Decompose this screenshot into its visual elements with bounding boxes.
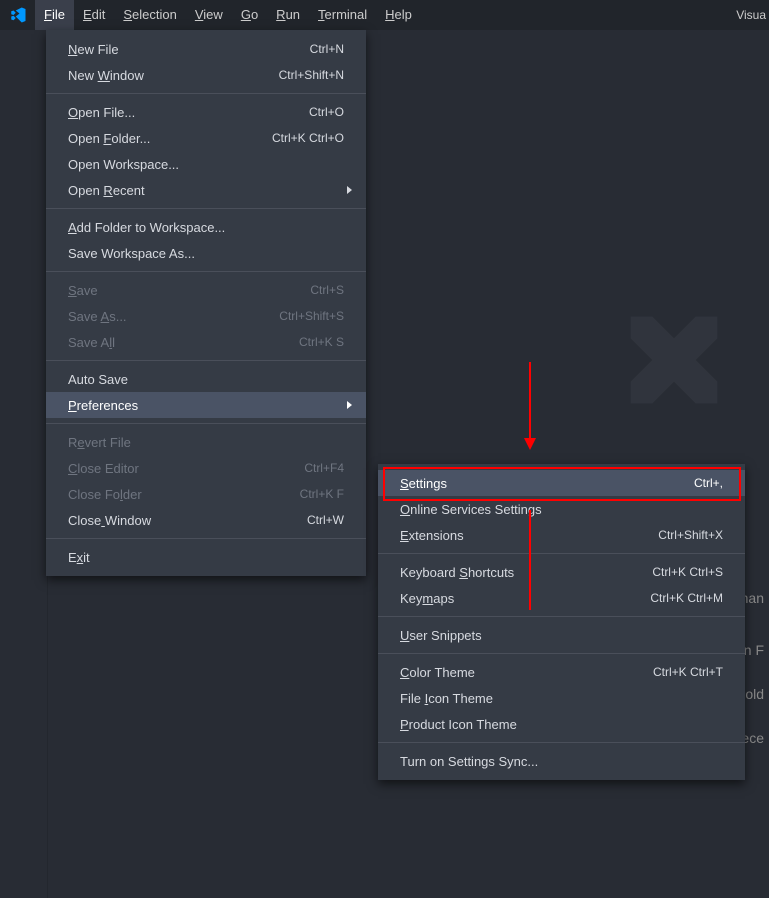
menu-item-label: Color Theme bbox=[400, 665, 475, 680]
menubar-item-terminal[interactable]: Terminal bbox=[309, 0, 376, 30]
menu-item-label: Open Recent bbox=[68, 183, 145, 198]
file-menu-item-open-folder[interactable]: Open Folder... Ctrl+K Ctrl+O bbox=[46, 125, 366, 151]
menu-item-label: User Snippets bbox=[400, 628, 482, 643]
pref-menu-item-color-theme[interactable]: Color Theme Ctrl+K Ctrl+T bbox=[378, 659, 745, 685]
titlebar: FileEditSelectionViewGoRunTerminalHelp V… bbox=[0, 0, 769, 30]
pref-menu-item-keyboard-shortcuts[interactable]: Keyboard Shortcuts Ctrl+K Ctrl+S bbox=[378, 559, 745, 585]
menu-item-label: Close Folder bbox=[68, 487, 142, 502]
menu-item-label: Auto Save bbox=[68, 372, 128, 387]
app-logo bbox=[0, 0, 35, 30]
menu-item-label: Open Workspace... bbox=[68, 157, 179, 172]
file-menu-item-save-workspace-as[interactable]: Save Workspace As... bbox=[46, 240, 366, 266]
activitybar bbox=[0, 30, 48, 898]
menubar-item-edit[interactable]: Edit bbox=[74, 0, 114, 30]
close-icon bbox=[609, 295, 739, 428]
file-menu-item-add-folder-to-workspace[interactable]: Add Folder to Workspace... bbox=[46, 214, 366, 240]
title-right-text: Visua bbox=[736, 0, 766, 30]
pref-menu-item-settings[interactable]: Settings Ctrl+, bbox=[378, 470, 745, 496]
menu-item-label: Save As... bbox=[68, 309, 127, 324]
menubar-item-help[interactable]: Help bbox=[376, 0, 421, 30]
menu-item-label: Close Editor bbox=[68, 461, 139, 476]
menu-item-label: Keyboard Shortcuts bbox=[400, 565, 514, 580]
file-menu-item-close-editor: Close Editor Ctrl+F4 bbox=[46, 455, 366, 481]
file-menu-item-separator bbox=[46, 360, 366, 361]
file-menu-item-open-recent[interactable]: Open Recent bbox=[46, 177, 366, 203]
menu-item-label: Save bbox=[68, 283, 98, 298]
pref-menu-item-separator bbox=[378, 616, 745, 617]
pref-menu-item-separator bbox=[378, 742, 745, 743]
menu-item-shortcut: Ctrl+K S bbox=[299, 335, 344, 349]
menu-item-label: New Window bbox=[68, 68, 144, 83]
menu-item-label: Product Icon Theme bbox=[400, 717, 517, 732]
file-menu-item-close-window[interactable]: Close Window Ctrl+W bbox=[46, 507, 366, 533]
menu-item-label: Preferences bbox=[68, 398, 138, 413]
file-menu-item-exit[interactable]: Exit bbox=[46, 544, 366, 570]
file-menu-item-save: Save Ctrl+S bbox=[46, 277, 366, 303]
file-menu-item-open-file[interactable]: Open File... Ctrl+O bbox=[46, 99, 366, 125]
file-menu-item-separator bbox=[46, 538, 366, 539]
menu-item-shortcut: Ctrl+Shift+S bbox=[279, 309, 344, 323]
file-menu-item-auto-save[interactable]: Auto Save bbox=[46, 366, 366, 392]
menu-item-shortcut: Ctrl+Shift+X bbox=[658, 528, 723, 542]
menu-item-shortcut: Ctrl+S bbox=[310, 283, 344, 297]
pref-menu-item-extensions[interactable]: Extensions Ctrl+Shift+X bbox=[378, 522, 745, 548]
file-menu-item-new-window[interactable]: New Window Ctrl+Shift+N bbox=[46, 62, 366, 88]
file-menu: New File Ctrl+N New Window Ctrl+Shift+N Open… bbox=[46, 30, 366, 576]
menubar-item-go[interactable]: Go bbox=[232, 0, 267, 30]
menu-item-label: Close Window bbox=[68, 513, 151, 528]
menu-item-label: Add Folder to Workspace... bbox=[68, 220, 225, 235]
file-menu-item-revert-file: Revert File bbox=[46, 429, 366, 455]
menu-item-shortcut: Ctrl+O bbox=[309, 105, 344, 119]
menu-item-label: Turn on Settings Sync... bbox=[400, 754, 538, 769]
file-menu-item-preferences[interactable]: Preferences bbox=[46, 392, 366, 418]
menubar-item-file[interactable]: File bbox=[35, 0, 74, 30]
pref-menu-item-product-icon-theme[interactable]: Product Icon Theme bbox=[378, 711, 745, 737]
preferences-submenu: Settings Ctrl+, Online Services Settings Ex… bbox=[378, 464, 745, 780]
file-menu-item-separator bbox=[46, 271, 366, 272]
menu-item-label: Revert File bbox=[68, 435, 131, 450]
menu-item-label: Save Workspace As... bbox=[68, 246, 195, 261]
menu-item-shortcut: Ctrl+F4 bbox=[304, 461, 344, 475]
file-menu-item-save-all: Save All Ctrl+K S bbox=[46, 329, 366, 355]
menu-item-shortcut: Ctrl+K Ctrl+T bbox=[653, 665, 723, 679]
menubar-item-run[interactable]: Run bbox=[267, 0, 309, 30]
file-menu-item-new-file[interactable]: New File Ctrl+N bbox=[46, 36, 366, 62]
file-menu-item-save-as: Save As... Ctrl+Shift+S bbox=[46, 303, 366, 329]
vscode-icon bbox=[9, 6, 27, 24]
file-menu-item-separator bbox=[46, 423, 366, 424]
menubar-item-view[interactable]: View bbox=[186, 0, 232, 30]
menu-item-label: Save All bbox=[68, 335, 115, 350]
menu-item-label: Settings bbox=[400, 476, 447, 491]
menu-item-shortcut: Ctrl+N bbox=[310, 42, 344, 56]
pref-menu-item-separator bbox=[378, 553, 745, 554]
menu-item-label: Online Services Settings bbox=[400, 502, 542, 517]
menubar-item-selection[interactable]: Selection bbox=[114, 0, 185, 30]
menu-item-shortcut: Ctrl+, bbox=[694, 476, 723, 490]
menu-item-shortcut: Ctrl+K Ctrl+S bbox=[652, 565, 723, 579]
menu-item-shortcut: Ctrl+Shift+N bbox=[279, 68, 344, 82]
menu-item-label: Exit bbox=[68, 550, 90, 565]
file-menu-item-close-folder: Close Folder Ctrl+K F bbox=[46, 481, 366, 507]
menu-item-shortcut: Ctrl+W bbox=[307, 513, 344, 527]
file-menu-item-separator bbox=[46, 208, 366, 209]
pref-menu-item-user-snippets[interactable]: User Snippets bbox=[378, 622, 745, 648]
menu-item-label: Open File... bbox=[68, 105, 135, 120]
menu-item-label: Open Folder... bbox=[68, 131, 150, 146]
menu-item-label: Extensions bbox=[400, 528, 464, 543]
file-menu-item-open-workspace[interactable]: Open Workspace... bbox=[46, 151, 366, 177]
pref-menu-item-separator bbox=[378, 653, 745, 654]
file-menu-item-separator bbox=[46, 93, 366, 94]
menu-item-label: Keymaps bbox=[400, 591, 454, 606]
menu-item-label: New File bbox=[68, 42, 119, 57]
pref-menu-item-file-icon-theme[interactable]: File Icon Theme bbox=[378, 685, 745, 711]
menu-item-shortcut: Ctrl+K F bbox=[300, 487, 344, 501]
menu-item-shortcut: Ctrl+K Ctrl+O bbox=[272, 131, 344, 145]
menu-item-shortcut: Ctrl+K Ctrl+M bbox=[650, 591, 723, 605]
menu-item-label: File Icon Theme bbox=[400, 691, 493, 706]
pref-menu-item-keymaps[interactable]: Keymaps Ctrl+K Ctrl+M bbox=[378, 585, 745, 611]
pref-menu-item-turn-on-settings-sync[interactable]: Turn on Settings Sync... bbox=[378, 748, 745, 774]
menubar: FileEditSelectionViewGoRunTerminalHelp bbox=[35, 0, 421, 30]
pref-menu-item-online-services-settings[interactable]: Online Services Settings bbox=[378, 496, 745, 522]
